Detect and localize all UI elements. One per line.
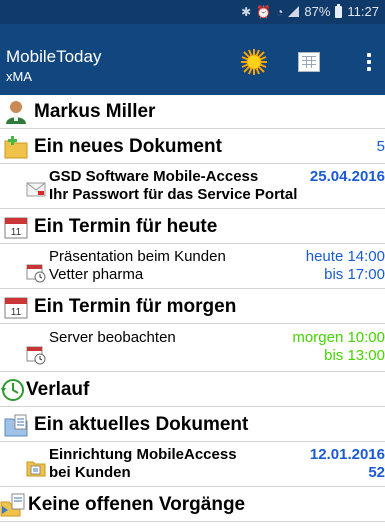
- tasks-icon: [0, 492, 26, 518]
- document-icon: [3, 412, 29, 438]
- history-icon: [0, 377, 26, 403]
- list-item-appointment[interactable]: Server beobachten morgen 10:00 bis 13:00: [0, 325, 385, 372]
- app-bar: MobileToday xMA: [0, 24, 385, 95]
- appointment-icon: [26, 263, 46, 283]
- document-count: 5: [376, 138, 385, 155]
- appointment-icon: [26, 345, 46, 365]
- section-open-tasks[interactable]: Keine offenen Vorgänge: [0, 488, 385, 522]
- section-title: Ein Termin für heute: [34, 216, 218, 237]
- section-appointment-tomorrow[interactable]: 11 Ein Termin für morgen: [0, 290, 385, 324]
- user-name: Markus Miller: [34, 101, 156, 122]
- list-item-document[interactable]: GSD Software Mobile-Access Ihr Passwort …: [0, 165, 385, 209]
- svg-text:11: 11: [11, 227, 22, 238]
- item-start-time: heute 14:00: [305, 248, 385, 265]
- star-icon[interactable]: [240, 48, 268, 76]
- app-subtitle: xMA: [6, 69, 32, 84]
- calendar-icon: 11: [3, 294, 29, 320]
- folder-document-icon: [26, 457, 46, 477]
- section-title: Keine offenen Vorgänge: [28, 494, 246, 515]
- clock: 11:27: [347, 4, 379, 19]
- status-bar: ✱ ⏰ ◔ 87% 11:27: [0, 0, 385, 24]
- signal-icon: [288, 6, 300, 17]
- app-title: MobileToday: [6, 47, 102, 66]
- svg-text:11: 11: [11, 307, 22, 318]
- item-count: 52: [368, 464, 385, 481]
- list-view-icon[interactable]: [298, 52, 320, 72]
- item-start-time: morgen 10:00: [292, 329, 385, 346]
- wifi-icon: ◔: [276, 4, 284, 19]
- user-row[interactable]: Markus Miller: [0, 95, 385, 129]
- mail-icon: [26, 179, 46, 199]
- section-appointment-today[interactable]: 11 Ein Termin für heute: [0, 210, 385, 244]
- item-end-time: bis 17:00: [324, 266, 385, 283]
- battery-icon: [335, 3, 343, 18]
- section-current-document[interactable]: Ein aktuelles Dokument: [0, 408, 385, 442]
- item-title: Präsentation beim Kunden: [49, 248, 226, 265]
- list-item-appointment[interactable]: Präsentation beim Kunden Vetter pharma h…: [0, 245, 385, 289]
- battery-percent: 87%: [304, 4, 331, 19]
- overflow-menu-icon[interactable]: [362, 50, 376, 74]
- item-subtitle: Vetter pharma: [49, 266, 144, 283]
- item-end-time: bis 13:00: [324, 347, 385, 364]
- item-date: 12.01.2016: [309, 446, 385, 463]
- section-history[interactable]: Verlauf: [0, 373, 385, 407]
- alarm-icon: ⏰: [256, 4, 272, 19]
- item-title: Einrichtung MobileAccess: [49, 446, 237, 463]
- calendar-icon: 11: [3, 214, 29, 240]
- user-icon: [3, 99, 29, 125]
- folder-new-icon: [3, 134, 29, 160]
- item-title: Server beobachten: [49, 329, 176, 346]
- section-title: Ein aktuelles Dokument: [34, 414, 249, 435]
- item-title: GSD Software Mobile-Access: [49, 168, 259, 185]
- item-subtitle: bei Kunden: [49, 464, 131, 481]
- section-new-document[interactable]: Ein neues Dokument 5: [0, 130, 385, 164]
- item-subtitle: Ihr Passwort für das Service Portal: [49, 186, 298, 203]
- section-title: Ein Termin für morgen: [34, 296, 237, 317]
- section-title: Ein neues Dokument: [34, 136, 222, 157]
- status-icons: ✱ ⏰ ◔ 87% 11:27: [241, 3, 379, 19]
- bluetooth-icon: ✱: [241, 4, 252, 19]
- list-item-document[interactable]: Einrichtung MobileAccess bei Kunden 12.0…: [0, 443, 385, 487]
- section-title: Verlauf: [26, 379, 90, 400]
- item-date: 25.04.2016: [309, 168, 385, 185]
